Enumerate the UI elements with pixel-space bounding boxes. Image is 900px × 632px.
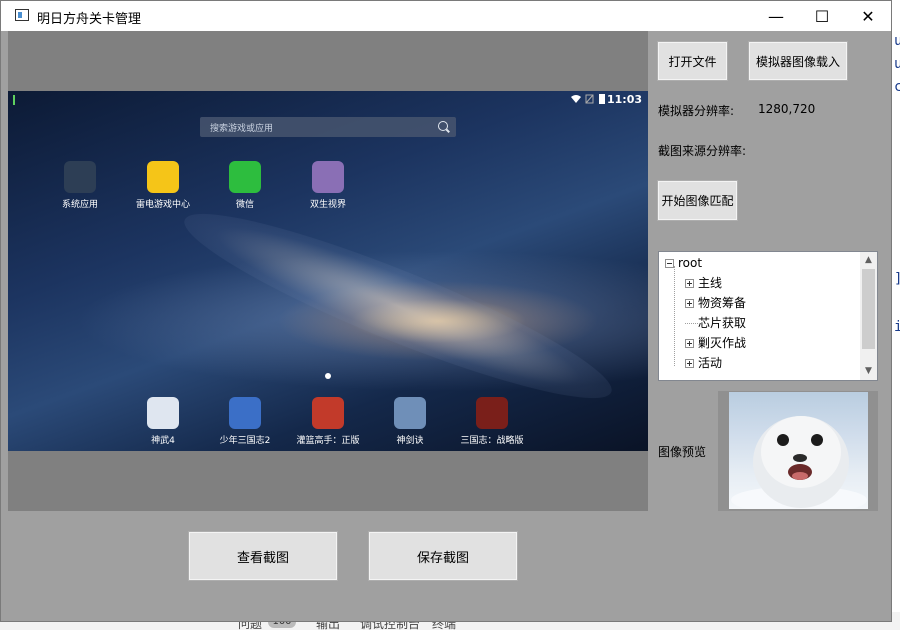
app-label: 灌篮高手：正版: [296, 436, 360, 446]
app-label: 微信: [235, 200, 254, 210]
expand-icon[interactable]: [685, 339, 694, 348]
emulator-screen[interactable]: 11:03 搜索游戏或应用 系统应用 雷电游戏中心 微信 双生视界 神武4 少年三国志2…: [8, 91, 648, 451]
search-placeholder: 搜索游戏或应用: [210, 124, 274, 134]
save-screenshot-button[interactable]: 保存截图: [368, 531, 518, 581]
tree-node-label: 芯片获取: [698, 316, 747, 330]
load-emulator-image-button[interactable]: 模拟器图像载入: [748, 41, 848, 81]
bottom-app-2[interactable]: 灌篮高手：正版: [288, 397, 368, 446]
background-text-char: ]: [894, 271, 900, 287]
app-label: 双生视界: [309, 200, 346, 210]
top-app-0[interactable]: 系统应用: [40, 161, 120, 210]
wifi-battery-icon: [571, 94, 605, 104]
status-icons: [570, 94, 610, 107]
tree-node-label: 活动: [698, 356, 723, 370]
android-search-bar[interactable]: 搜索游戏或应用: [200, 117, 456, 137]
close-button[interactable]: ✕: [845, 1, 891, 31]
bottom-app-0[interactable]: 神武4: [123, 397, 203, 446]
start-image-match-button[interactable]: 开始图像匹配: [657, 180, 738, 221]
image-preview-box: [718, 391, 878, 511]
maximize-button[interactable]: ☐: [799, 1, 845, 31]
basketball-icon: [312, 397, 344, 429]
hero-icon: [229, 397, 261, 429]
wechat-icon: [229, 161, 261, 193]
app-window-icon: [15, 9, 29, 21]
tree-connector: [674, 266, 675, 366]
wallpaper-galaxy: [171, 187, 625, 425]
signal-indicator-icon: [13, 95, 15, 105]
panda-icon: [147, 397, 179, 429]
app-label: 神剑诀: [396, 436, 424, 446]
app-label: 神武4: [151, 436, 175, 446]
background-text-char: c: [894, 79, 900, 95]
bottom-app-1[interactable]: 少年三国志2: [205, 397, 285, 446]
expand-icon[interactable]: [685, 359, 694, 368]
tree-scrollbar[interactable]: ▲ ▼: [860, 252, 877, 380]
tree-root-label: root: [678, 256, 703, 270]
scroll-down-arrow-icon[interactable]: ▼: [860, 363, 877, 380]
status-time: 11:03: [606, 93, 642, 106]
open-file-button[interactable]: 打开文件: [657, 41, 728, 81]
background-text-char: i: [894, 319, 900, 335]
source-resolution-label: 截图来源分辨率:: [658, 144, 747, 158]
tree-node[interactable]: 芯片获取: [685, 313, 746, 333]
background-text-char: u: [894, 33, 900, 49]
tree-node[interactable]: 物资筹备: [685, 293, 746, 313]
game-avatar-icon: [312, 161, 344, 193]
top-app-3[interactable]: 双生视界: [288, 161, 368, 210]
sanguo-icon: [476, 397, 508, 429]
search-icon: [438, 121, 448, 131]
top-app-1[interactable]: 雷电游戏中心: [123, 161, 203, 210]
expand-icon[interactable]: [685, 279, 694, 288]
scrollbar-thumb[interactable]: [862, 269, 875, 349]
top-app-2[interactable]: 微信: [205, 161, 285, 210]
background-text-char: u: [894, 56, 900, 72]
tree-root-node[interactable]: root: [665, 253, 702, 273]
app-label: 三国志：战略版: [460, 436, 524, 446]
window-title: 明日方舟关卡管理: [37, 12, 142, 27]
tree-leaf-connector: [685, 323, 698, 324]
collapse-icon[interactable]: [665, 259, 674, 268]
page-indicator-dot: [325, 373, 331, 379]
view-screenshot-button[interactable]: 查看截图: [188, 531, 338, 581]
emulator-resolution-label: 模拟器分辨率:: [658, 104, 735, 118]
scroll-up-arrow-icon[interactable]: ▲: [860, 252, 877, 269]
stage-tree-view[interactable]: root 主线物资筹备芯片获取剿灭作战活动 ▲ ▼: [658, 251, 878, 381]
tree-node-label: 主线: [698, 276, 723, 290]
sword-icon: [394, 397, 426, 429]
seal-picture-icon: [731, 416, 867, 509]
app-label: 雷电游戏中心: [135, 200, 190, 210]
bottom-app-3[interactable]: 神剑诀: [370, 397, 450, 446]
minimize-button[interactable]: —: [753, 1, 799, 31]
image-preview-label: 图像预览: [658, 445, 707, 459]
tree-node[interactable]: 活动: [685, 353, 722, 373]
tree-node-label: 剿灭作战: [698, 336, 747, 350]
app-label: 少年三国志2: [219, 436, 271, 446]
gamepad-icon: [147, 161, 179, 193]
expand-icon[interactable]: [685, 299, 694, 308]
emulator-resolution-value: 1280,720: [758, 102, 816, 116]
tree-node[interactable]: 主线: [685, 273, 722, 293]
title-bar[interactable]: 明日方舟关卡管理 — ☐ ✕: [1, 1, 891, 31]
app-label: 系统应用: [61, 200, 98, 210]
tree-node[interactable]: 剿灭作战: [685, 333, 746, 353]
tree-node-label: 物资筹备: [698, 296, 747, 310]
bottom-app-4[interactable]: 三国志：战略版: [452, 397, 532, 446]
folder-icon: [64, 161, 96, 193]
seal-preview-image: [729, 392, 868, 509]
